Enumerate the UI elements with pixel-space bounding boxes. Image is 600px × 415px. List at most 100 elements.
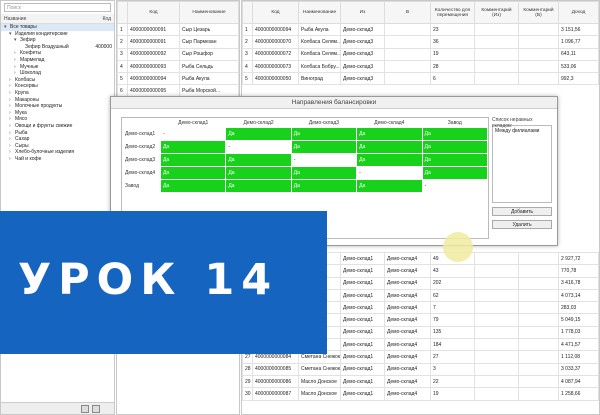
table-row[interactable]: 28 4000000000085 Сметана Снежок Демо-склад1…	[242, 362, 599, 376]
tree-item[interactable]: ▾ Зефир	[1, 37, 114, 44]
table-row[interactable]: 5 4000000000050 Виноград Демо-склад3 6 992,3	[242, 72, 599, 86]
tree-item[interactable]: › Крупа	[1, 90, 114, 97]
tree-item[interactable]: › Рыба	[1, 130, 114, 137]
tree-item-label: Сыры	[15, 142, 29, 149]
matrix-cell[interactable]: Да	[225, 153, 292, 167]
tree-item[interactable]: Зефир Воздушный 400000	[1, 44, 114, 51]
table-row[interactable]: 3 4000000000072 Колбаса Селям... Демо-склад…	[242, 47, 599, 61]
matrix-cell[interactable]: Да	[225, 166, 292, 180]
matrix-cell[interactable]: Да	[159, 140, 227, 154]
tree-item[interactable]: › Макароны	[1, 97, 114, 104]
table-row[interactable]: 1 4000000000091 Сыр Цезарь	[117, 22, 239, 37]
table-cell: Демо-склад1	[340, 325, 385, 340]
table-cell: 4000000000094	[127, 72, 180, 86]
table-cell	[518, 276, 559, 290]
column-header[interactable]: Код	[252, 1, 299, 24]
matrix-cell[interactable]: Да	[356, 140, 423, 154]
tree-item[interactable]: › Мясо	[1, 116, 114, 123]
matrix-cell[interactable]: -	[290, 153, 358, 167]
tree-item[interactable]: › Молочные продукты	[1, 103, 114, 110]
matrix-cell[interactable]: Да	[159, 153, 227, 167]
table-cell: 1 096,77	[558, 35, 599, 49]
column-header[interactable]: Код	[127, 1, 180, 24]
tree-item[interactable]: › Чай и кофе	[1, 156, 114, 163]
matrix-cell[interactable]: -	[421, 179, 489, 193]
table-row[interactable]: 2 4000000000091 Сыр Пармезан	[117, 35, 239, 49]
list-item[interactable]: Между филиалами	[495, 128, 549, 134]
table-cell: Колбаса Селям...	[298, 35, 341, 49]
tree-item[interactable]: › Мучные	[1, 64, 114, 71]
table-cell: Демо-склад1	[340, 313, 385, 327]
remove-button[interactable]: Удалить	[492, 220, 552, 229]
column-header[interactable]	[117, 1, 128, 24]
table-cell	[518, 301, 559, 315]
matrix-cell[interactable]: Да	[356, 153, 423, 167]
matrix-cell[interactable]: -	[159, 127, 227, 141]
table-cell: Демо-склад4	[384, 325, 431, 340]
tree-item[interactable]: › Сахар	[1, 136, 114, 143]
column-header[interactable]: Комментарий (В)	[518, 1, 559, 24]
matrix-cell[interactable]: Да	[290, 179, 358, 193]
column-header[interactable]: Доход	[558, 1, 599, 24]
tree-item[interactable]: ▾ Все товары	[1, 24, 114, 31]
table-cell: Демо-склад1	[340, 251, 385, 266]
table-cell: 1 112,08	[558, 350, 599, 364]
add-button[interactable]: Добавить	[492, 207, 552, 216]
matrix-cell[interactable]: Да	[421, 166, 489, 180]
matrix-cell[interactable]: Да	[356, 179, 423, 193]
matrix-cell[interactable]: Да	[159, 166, 227, 180]
open-icon[interactable]	[92, 404, 100, 413]
tree-item[interactable]: › Мармелад	[1, 57, 114, 64]
table-cell: Демо-склад1	[340, 362, 385, 376]
column-header[interactable]: В	[384, 1, 431, 24]
table-row[interactable]: 30 4000000000087 Масло Донское Демо-склад1 Д…	[242, 387, 599, 401]
tree-item[interactable]: › Сыры	[1, 143, 114, 150]
search-input[interactable]: Поиск	[4, 3, 111, 12]
table-row[interactable]: 1 4000000000094 Рыба Акула Демо-склад3 23 3 1…	[242, 22, 599, 37]
table-cell	[474, 338, 519, 352]
table-cell: 4000000000070	[252, 35, 299, 49]
tree-item[interactable]: ▾ Изделия кондитерские	[1, 31, 114, 38]
column-header[interactable]: Наименование	[179, 1, 239, 24]
matrix-cell[interactable]: Да	[290, 140, 358, 154]
save-icon[interactable]	[81, 404, 89, 413]
matrix-cell[interactable]: Да	[421, 140, 489, 154]
warehouse-list[interactable]: Между филиалами	[492, 125, 552, 203]
matrix-cell[interactable]: Да	[159, 179, 227, 193]
column-header[interactable]: Комментарий (Из)	[474, 1, 519, 24]
column-header[interactable]: Из	[340, 1, 385, 24]
matrix-cell[interactable]: Да	[225, 179, 292, 193]
table-cell: 4000000000072	[252, 47, 299, 61]
table-cell: 2	[117, 35, 128, 49]
tree-item[interactable]: › Хлебо-булочные изделия	[1, 149, 114, 156]
matrix-cell[interactable]: Да	[290, 127, 358, 141]
table-row[interactable]: 29 4000000000086 Масло Донское Демо-склад1 Д…	[242, 374, 599, 389]
table-cell: 4000000000087	[252, 387, 299, 401]
tree-item[interactable]: › Овощи и фрукты свежие	[1, 123, 114, 130]
tree-item[interactable]: › Шоколад	[1, 70, 114, 77]
column-header[interactable]: Количество для перемещения	[430, 1, 475, 24]
table-row[interactable]: 5 4000000000094 Рыба Акула	[117, 72, 239, 86]
unequal-warehouses-panel: Список неравных складов: Между филиалами…	[492, 117, 552, 243]
matrix-cell[interactable]: -	[225, 140, 292, 154]
table-row[interactable]: 3 4000000000092 Сыр Рошфор	[117, 47, 239, 61]
column-header[interactable]	[242, 1, 253, 24]
table-row[interactable]: 2 4000000000070 Колбаса Селям... Демо-склад…	[242, 35, 599, 49]
tree-item[interactable]: › Консервы	[1, 83, 114, 90]
matrix-cell[interactable]: Да	[356, 127, 423, 141]
tree-item[interactable]: › Колбасы	[1, 77, 114, 84]
matrix-cell[interactable]: Да	[290, 166, 358, 180]
tree-item[interactable]: › Конфеты	[1, 50, 114, 57]
list-label: Список неравных складов:	[492, 117, 533, 129]
matrix-cell[interactable]: Да	[225, 127, 292, 141]
table-cell	[518, 338, 559, 352]
table-row[interactable]: 4 4000000000073 Колбаса Бобру... Демо-склад…	[242, 59, 599, 74]
tree-item-label: Колбасы	[15, 76, 36, 83]
table-cell	[518, 362, 559, 376]
table-row[interactable]: 4 4000000000093 Рыба Сельдь	[117, 59, 239, 74]
tree-item[interactable]: › Мука	[1, 110, 114, 117]
matrix-cell[interactable]: Да	[421, 153, 489, 167]
column-header[interactable]: Наименование	[298, 1, 341, 24]
matrix-cell[interactable]: -	[356, 166, 423, 180]
matrix-cell[interactable]: Да	[421, 127, 489, 141]
